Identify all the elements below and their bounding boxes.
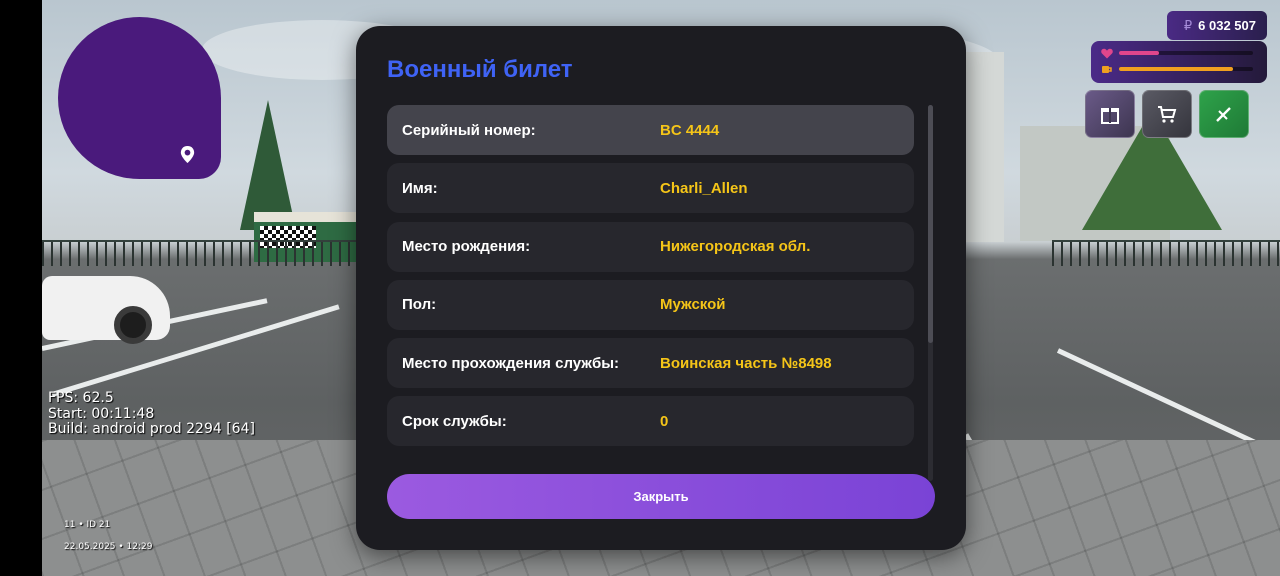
row-label: Срок службы:	[402, 412, 507, 430]
close-button[interactable]: Закрыть	[387, 474, 935, 519]
build-text: Build: android prod 2294 [64]	[48, 421, 255, 437]
cup-icon	[1102, 65, 1112, 73]
fence	[42, 240, 372, 266]
row-label: Место прохождения службы:	[402, 354, 620, 372]
gift-button[interactable]	[1085, 90, 1135, 138]
row-label: Серийный номер:	[402, 121, 536, 139]
info-row-gender[interactable]: Пол: Мужской	[387, 279, 914, 330]
stats-panel	[1091, 41, 1267, 83]
scrollbar-thumb[interactable]	[928, 105, 933, 343]
info-row-serial[interactable]: Серийный номер: BC 4444	[387, 105, 914, 155]
row-label: Имя:	[402, 179, 438, 197]
screen-edge	[0, 0, 42, 576]
gift-icon	[1101, 108, 1119, 124]
money-amount: 6 032 507	[1198, 18, 1256, 33]
row-value: BC 4444	[660, 121, 720, 139]
hunger-row	[1101, 63, 1253, 75]
tower-building	[966, 52, 1004, 242]
date-time: 22.05.2025 • 12:29	[64, 542, 153, 552]
info-list[interactable]: Серийный номер: BC 4444 Имя: Charli_Alle…	[387, 105, 914, 455]
shop-button[interactable]	[1142, 90, 1192, 138]
row-value: Мужской	[660, 296, 726, 314]
info-row-service-place[interactable]: Место прохождения службы: Воинская часть…	[387, 338, 914, 389]
heart-icon	[1101, 48, 1113, 58]
row-value: 0	[660, 412, 669, 430]
tree	[240, 100, 296, 230]
row-label: Пол:	[402, 296, 437, 314]
money-display: ₽ 6 032 507	[1167, 11, 1267, 40]
session-id: 11 • ID 21	[64, 520, 111, 530]
row-label: Место рождения:	[402, 238, 531, 256]
row-value: Воинская часть №8498	[660, 354, 832, 372]
cart-icon	[1158, 106, 1177, 123]
row-value: Нижегородская обл.	[660, 238, 811, 256]
minimap[interactable]	[58, 17, 221, 179]
info-row-service-term[interactable]: Срок службы: 0	[387, 396, 914, 447]
scrollbar[interactable]	[928, 105, 933, 481]
debug-overlay: FPS: 62.5 Start: 00:11:48 Build: android…	[48, 390, 255, 438]
tools-button[interactable]	[1199, 90, 1249, 138]
hunger-bar	[1119, 67, 1253, 71]
car	[42, 276, 170, 344]
military-id-dialog: Военный билет Серийный номер: BC 4444 Им…	[356, 26, 966, 550]
tools-icon	[1216, 107, 1231, 122]
info-row-name[interactable]: Имя: Charli_Allen	[387, 163, 914, 214]
start-time-text: Start: 00:11:48	[48, 405, 155, 422]
info-row-birthplace[interactable]: Место рождения: Нижегородская обл.	[387, 221, 914, 272]
location-pin-icon	[180, 145, 195, 164]
ruble-icon: ₽	[1183, 17, 1193, 33]
dialog-title: Военный билет	[387, 56, 573, 83]
health-row	[1101, 47, 1253, 59]
parking-line	[1056, 348, 1259, 446]
fps-text: FPS: 62.5	[48, 390, 114, 406]
health-bar	[1119, 51, 1253, 55]
fence	[1052, 240, 1280, 266]
row-value: Charli_Allen	[660, 179, 748, 197]
